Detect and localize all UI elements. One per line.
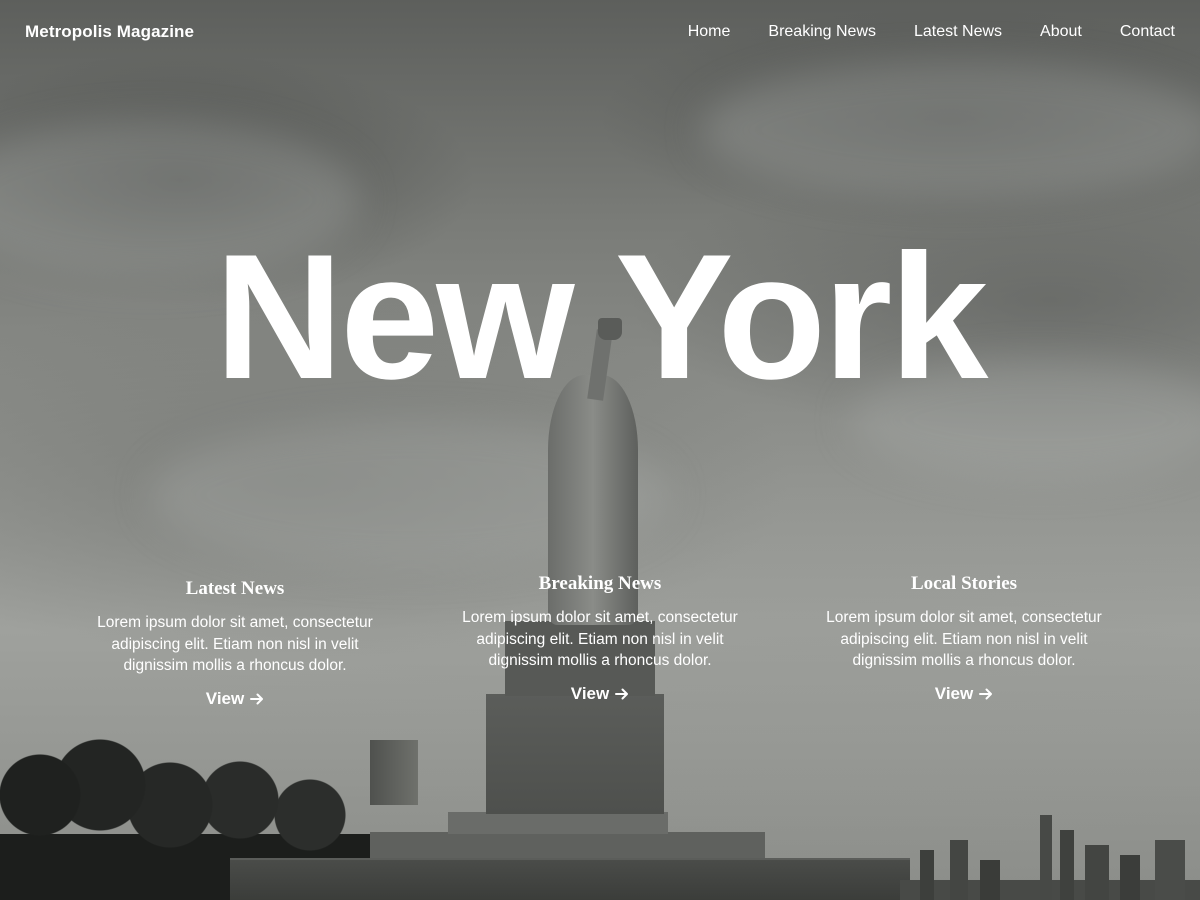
hero-background-image [0, 0, 1200, 900]
nav-item-about[interactable]: About [1040, 23, 1082, 41]
column-breaking-news: Breaking News Lorem ipsum dolor sit amet… [440, 573, 760, 704]
view-link[interactable]: View [935, 684, 993, 704]
column-text: Lorem ipsum dolor sit amet, consectetur … [826, 609, 1102, 669]
nav-item-breaking-news[interactable]: Breaking News [768, 23, 876, 41]
arrow-right-icon [615, 688, 629, 699]
arrow-right-icon [979, 688, 993, 699]
view-link-label: View [934, 683, 974, 703]
hero-title: New York [214, 217, 989, 416]
column-local-stories: Local Stories Lorem ipsum dolor sit amet… [804, 573, 1124, 704]
view-link-label: View [205, 688, 245, 708]
site-title-link[interactable]: Metropolis Magazine [25, 22, 194, 42]
column-latest-news: Latest News Lorem ipsum dolor sit amet, … [75, 578, 395, 709]
nav-item-contact[interactable]: Contact [1120, 23, 1175, 41]
view-link-label: View [570, 683, 610, 703]
site-header: Metropolis Magazine Home Breaking News L… [0, 0, 1200, 64]
column-heading: Latest News [185, 578, 285, 599]
view-link[interactable]: View [206, 689, 264, 709]
main-nav: Home Breaking News Latest News About Con… [688, 23, 1175, 41]
column-text: Lorem ipsum dolor sit amet, consectetur … [97, 614, 373, 674]
nav-item-latest-news[interactable]: Latest News [914, 23, 1002, 41]
column-heading: Breaking News [538, 573, 662, 594]
view-link[interactable]: View [571, 684, 629, 704]
nav-item-home[interactable]: Home [688, 23, 731, 41]
column-heading: Local Stories [910, 573, 1018, 594]
arrow-right-icon [250, 693, 264, 704]
column-text: Lorem ipsum dolor sit amet, consectetur … [462, 609, 738, 669]
